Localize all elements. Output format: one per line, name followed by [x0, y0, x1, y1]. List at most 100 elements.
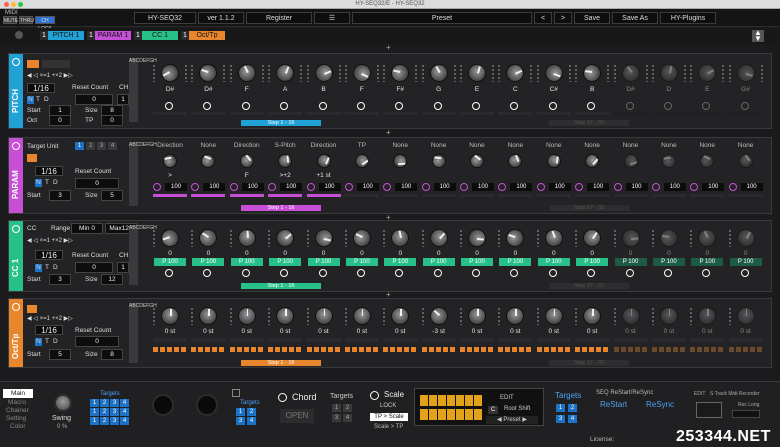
swing-target-6[interactable]: 2 [100, 408, 109, 416]
step-gate-bar[interactable] [575, 194, 610, 197]
register-button[interactable]: Register [246, 12, 312, 24]
step-knob[interactable] [236, 151, 257, 171]
pitch-oct-field[interactable]: 0 [49, 115, 71, 126]
step-knob[interactable] [311, 61, 336, 85]
step-subdivision-square[interactable] [718, 347, 724, 352]
octtp-step-page-2[interactable]: Step 17 - 32 [549, 360, 629, 366]
step-offset-bar[interactable] [460, 338, 494, 342]
tp-to-scale-button[interactable]: TP > Scale [370, 413, 408, 421]
step-gate-bar[interactable] [728, 112, 763, 115]
step-subdivision-square[interactable] [505, 347, 511, 352]
step-knob[interactable] [197, 61, 220, 85]
pitch-mode-n[interactable]: N [27, 96, 34, 104]
param-step-page-1[interactable]: Step 1 - 16 [241, 205, 321, 211]
step-power-icon[interactable] [395, 102, 404, 110]
step-knob[interactable] [695, 225, 720, 251]
param-unit-1[interactable]: 1 [75, 142, 84, 150]
step-knob[interactable] [199, 307, 218, 325]
swing-knob[interactable] [54, 394, 72, 412]
step-subdivision-square[interactable] [564, 347, 570, 352]
step-subdivision-square[interactable] [167, 347, 172, 352]
step-subdivision-square[interactable] [728, 347, 734, 352]
step-velocity[interactable]: 100 [241, 183, 264, 191]
step-knob[interactable] [659, 307, 678, 325]
step-gate-bar[interactable] [613, 112, 648, 115]
step-knob[interactable] [314, 151, 333, 171]
power-icon[interactable] [12, 58, 20, 66]
chord-open-button[interactable]: OPEN [280, 409, 314, 423]
octtp-reset-count-field[interactable]: 0 [75, 336, 119, 347]
step-subdivision-square[interactable] [289, 347, 295, 352]
step-power-icon[interactable] [356, 102, 365, 110]
step-knob[interactable] [467, 151, 487, 171]
chord-target-2[interactable]: 2 [343, 404, 352, 412]
pitch-interval-controls[interactable]: ◀ ◁ ×=1 +×2 ▶▷ [27, 72, 73, 79]
step-param-header[interactable]: None [612, 142, 650, 149]
step-knob[interactable] [658, 227, 680, 249]
step-gate-bar[interactable] [191, 194, 226, 197]
step-subdivision-square[interactable] [268, 347, 274, 352]
step-knob[interactable] [277, 153, 293, 169]
step-power-icon[interactable] [306, 183, 315, 191]
step-power-icon[interactable] [575, 183, 584, 191]
tab-octtp[interactable]: Oct/Tp [189, 31, 225, 40]
save-as-button[interactable]: Save As [612, 12, 658, 24]
power-icon[interactable] [12, 142, 20, 150]
step-knob[interactable] [276, 307, 295, 325]
step-power-icon[interactable] [460, 183, 468, 191]
edit-arrow-icon[interactable] [27, 154, 37, 162]
step-subdivision-square[interactable] [467, 347, 472, 352]
step-subdivision-square[interactable] [191, 347, 197, 352]
step-probability[interactable]: P 100 [307, 258, 340, 266]
step-knob[interactable] [583, 307, 602, 325]
step-knob[interactable] [542, 226, 566, 250]
macro-target-1[interactable]: 1 [236, 408, 245, 416]
step-probability[interactable]: P 100 [154, 258, 186, 266]
step-offset-bar[interactable] [268, 338, 303, 342]
step-knob[interactable] [430, 153, 447, 169]
param-step-page-2[interactable]: Step 17 - 32 [549, 205, 629, 211]
cc-step-page-1[interactable]: Step 1 - 16 [241, 283, 321, 289]
step-subdivision-square[interactable] [390, 347, 396, 352]
step-velocity[interactable]: 100 [702, 183, 725, 191]
step-gate-bar[interactable] [153, 112, 187, 115]
step-gate-bar[interactable] [690, 194, 725, 197]
step-subdivision-square[interactable] [613, 347, 619, 352]
step-velocity[interactable]: 100 [203, 183, 226, 191]
cc-mode-n[interactable]: N [35, 264, 42, 272]
step-offset-bar[interactable] [575, 338, 610, 342]
step-velocity[interactable]: 100 [318, 183, 341, 191]
step-gate-bar[interactable] [229, 194, 264, 197]
step-subdivision-square[interactable] [679, 347, 685, 352]
pitch-bank-letters[interactable]: ABCDEFGH [129, 58, 157, 122]
step-knob[interactable] [506, 307, 525, 325]
step-gate-bar[interactable] [498, 112, 533, 115]
setting-tab[interactable]: Setting [6, 415, 26, 422]
step-subdivision-square[interactable] [735, 347, 741, 352]
step-knob[interactable] [349, 61, 374, 85]
step-subdivision-square[interactable] [313, 347, 319, 352]
step-subdivision-square[interactable] [212, 347, 218, 352]
step-subdivision-square[interactable] [582, 347, 588, 352]
step-power-icon[interactable] [344, 183, 353, 191]
scale-pad-bottom-2[interactable] [429, 409, 437, 420]
edit-arrow-icon[interactable] [27, 60, 39, 68]
step-velocity[interactable]: 100 [663, 183, 686, 191]
step-subdivision-square[interactable] [550, 347, 556, 352]
step-offset-bar[interactable] [421, 338, 456, 342]
step-power-icon[interactable] [548, 269, 557, 277]
step-knob[interactable] [542, 61, 566, 85]
step-power-icon[interactable] [472, 102, 480, 110]
step-offset-bar[interactable] [306, 338, 341, 342]
preset-next-button[interactable]: > [554, 12, 572, 24]
step-knob[interactable] [617, 60, 644, 86]
step-gate-bar[interactable] [728, 194, 763, 197]
step-offset-bar[interactable] [536, 338, 571, 342]
pitch-step-page-1[interactable]: Step 1 - 16 [241, 120, 321, 126]
param-unit-3[interactable]: 3 [97, 142, 106, 150]
step-subdivision-square[interactable] [620, 347, 626, 352]
param-bank-letters[interactable]: ABCDEFGH [129, 142, 157, 206]
step-subdivision-square[interactable] [174, 347, 179, 352]
pitch-channel-field[interactable]: 1 [117, 94, 129, 105]
step-subdivision-square[interactable] [153, 347, 158, 352]
